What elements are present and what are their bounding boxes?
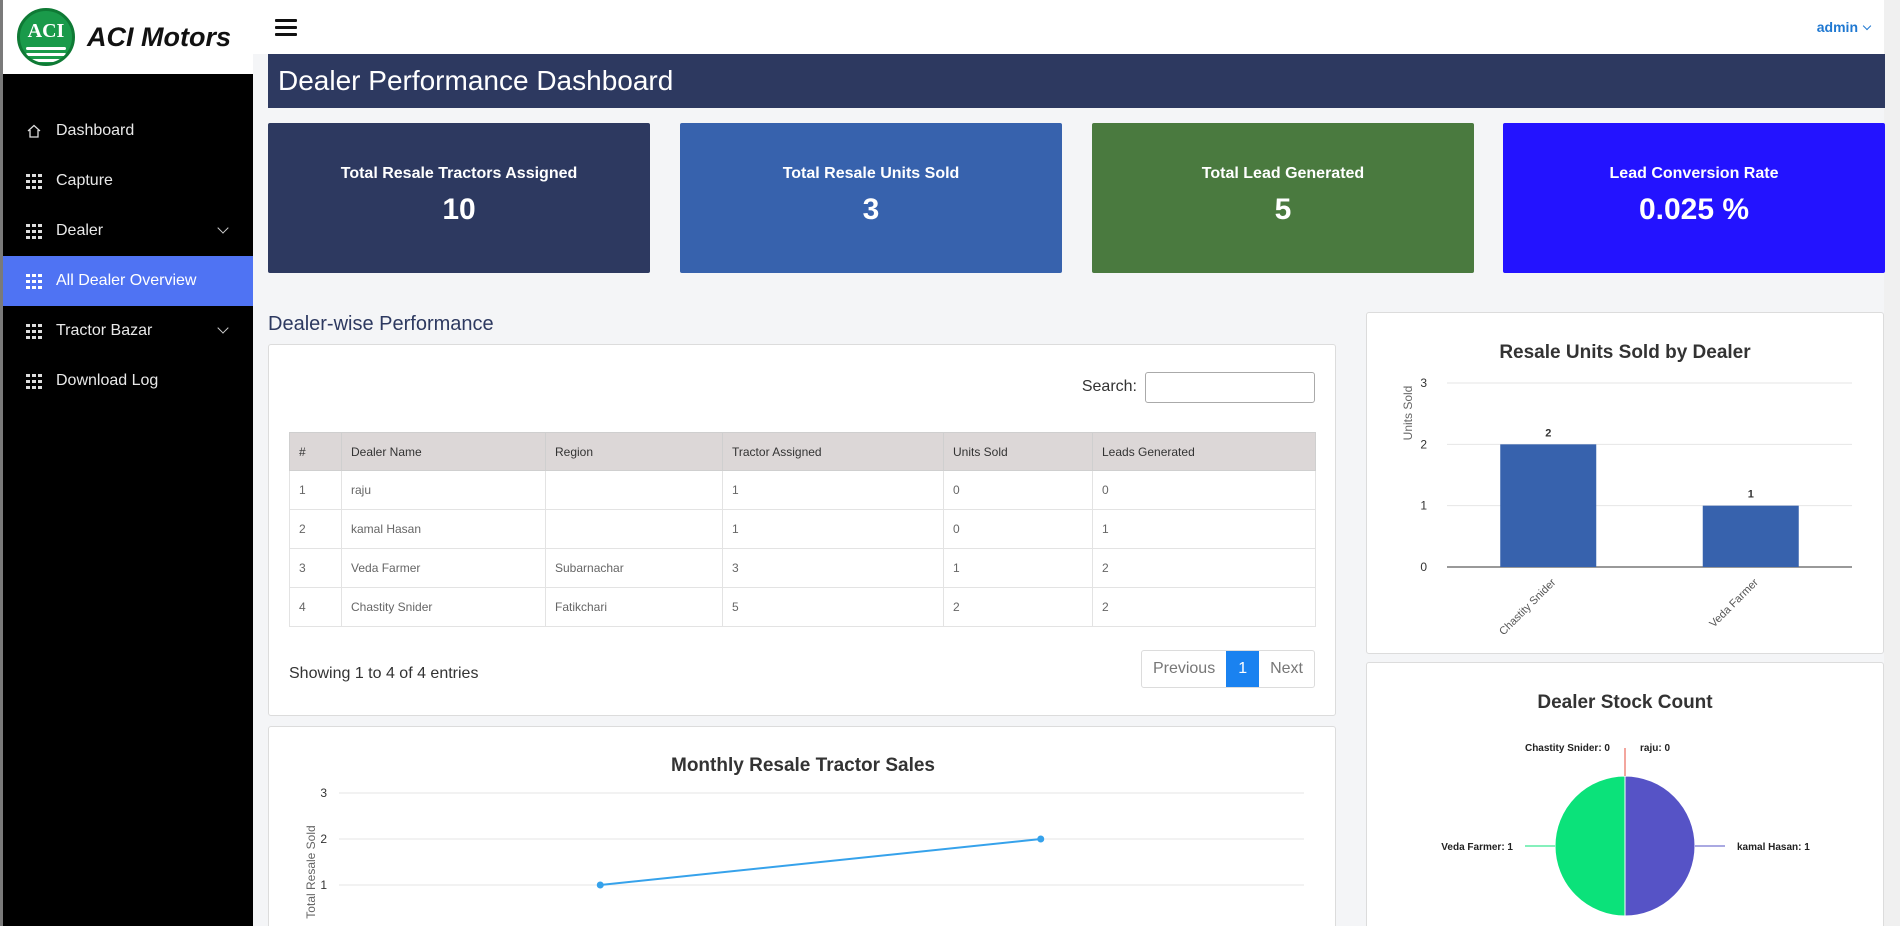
table-info: Showing 1 to 4 of 4 entries <box>289 665 479 682</box>
chevron-down-icon <box>217 222 229 234</box>
aci-logo: ACI <box>17 8 75 66</box>
y-axis-label: Units Sold <box>1401 386 1415 441</box>
sidebar-item-all-dealer-overview[interactable]: All Dealer Overview <box>3 256 253 306</box>
slice-label: Chastity Snider: 0 <box>1525 743 1610 754</box>
page-scrollbar[interactable] <box>1884 0 1900 926</box>
x-tick-label: Chastity Snider <box>1497 576 1558 637</box>
search-label: Search: <box>1081 378 1137 395</box>
pie-slice <box>1624 775 1696 917</box>
bar-chart: Resale Units Sold by Dealer Units Sold 0… <box>1401 342 1852 638</box>
stat-card-tractors-assigned: Total Resale Tractors Assigned 10 <box>268 123 650 273</box>
home-icon <box>25 123 43 139</box>
y-tick-label: 3 <box>1420 376 1427 390</box>
bar <box>1702 505 1799 567</box>
line-chart-panel: Monthly Resale Tractor Sales Total Resal… <box>268 726 1336 926</box>
sidebar-nav: Dashboard Capture Dealer All Dealer Over… <box>3 106 253 406</box>
grid-icon <box>25 173 43 189</box>
column-header[interactable]: Region <box>545 432 723 471</box>
table-row: 4 Chastity Snider Fatikchari 5 2 2 <box>289 587 1316 627</box>
column-header[interactable]: Units Sold <box>943 432 1093 471</box>
data-point <box>1037 835 1045 843</box>
top-bar: admin <box>253 0 1900 54</box>
sidebar-item-capture[interactable]: Capture <box>3 156 253 206</box>
dealer-table: # Dealer Name Region Tractor Assigned Un… <box>289 432 1316 627</box>
sidebar-item-dashboard[interactable]: Dashboard <box>3 106 253 156</box>
page-title: Dealer Performance Dashboard <box>268 54 1885 108</box>
stat-card-leads-generated: Total Lead Generated 5 <box>1092 123 1474 273</box>
data-label: 1 <box>1748 489 1754 501</box>
line-chart: Monthly Resale Tractor Sales Total Resal… <box>304 755 1304 919</box>
sidebar-item-dealer[interactable]: Dealer <box>3 206 253 256</box>
y-tick-label: 2 <box>320 832 327 846</box>
grid-icon <box>25 273 43 289</box>
slice-label: raju: 0 <box>1640 743 1670 754</box>
bar-chart-panel: Resale Units Sold by Dealer Units Sold 0… <box>1366 312 1884 654</box>
next-button[interactable]: Next <box>1259 651 1314 687</box>
sidebar: ACI ACI Motors Dashboard Capture Dealer <box>0 0 253 926</box>
sidebar-item-label: Download Log <box>56 372 159 389</box>
column-header[interactable]: Dealer Name <box>341 432 546 471</box>
series-line <box>600 838 1041 886</box>
table-row: 1 raju 1 0 0 <box>289 470 1316 510</box>
search-input[interactable] <box>1145 372 1315 403</box>
slice-label: kamal Hasan: 1 <box>1737 842 1810 853</box>
chart-title: Dealer Stock Count <box>1537 692 1713 713</box>
y-tick-label: 1 <box>1420 499 1427 513</box>
pie-chart-panel: Dealer Stock Count Chastity Snider: 0 raj… <box>1366 662 1884 926</box>
y-axis-label: Total Resale Sold <box>304 825 318 918</box>
brand[interactable]: ACI ACI Motors <box>3 0 253 74</box>
sidebar-item-label: Dashboard <box>56 122 135 139</box>
data-label: 2 <box>1545 427 1551 439</box>
data-point <box>596 881 604 889</box>
column-header[interactable]: Tractor Assigned <box>722 432 944 471</box>
chart-title: Resale Units Sold by Dealer <box>1499 342 1751 363</box>
table-header-row: # Dealer Name Region Tractor Assigned Un… <box>289 432 1316 471</box>
dealer-table-panel: Search: # Dealer Name Region Tractor Ass… <box>268 344 1336 716</box>
previous-button[interactable]: Previous <box>1142 651 1226 687</box>
bar <box>1500 444 1597 567</box>
grid-icon <box>25 373 43 389</box>
column-header[interactable]: Leads Generated <box>1092 432 1316 471</box>
slice-label: Veda Farmer: 1 <box>1441 842 1513 853</box>
hamburger-menu-icon[interactable] <box>275 19 297 37</box>
sidebar-item-label: All Dealer Overview <box>56 272 197 289</box>
y-tick-label: 3 <box>320 786 327 800</box>
chevron-down-icon <box>1862 21 1872 31</box>
stat-card-units-sold: Total Resale Units Sold 3 <box>680 123 1062 273</box>
pagination: Previous 1 Next <box>1140 650 1315 688</box>
sidebar-item-label: Dealer <box>56 222 104 239</box>
grid-icon <box>25 323 43 339</box>
sidebar-item-label: Capture <box>56 172 113 189</box>
chevron-down-icon <box>217 322 229 334</box>
y-tick-label: 0 <box>1420 560 1427 574</box>
table-row: 3 Veda Farmer Subarnachar 3 1 2 <box>289 548 1316 588</box>
x-tick-label: Veda Farmer <box>1707 576 1761 630</box>
sidebar-item-tractor-bazar[interactable]: Tractor Bazar <box>3 306 253 356</box>
brand-name: ACI Motors <box>87 21 231 52</box>
page-1-button[interactable]: 1 <box>1226 651 1260 687</box>
stat-card-conversion-rate: Lead Conversion Rate 0.025 % <box>1503 123 1885 273</box>
sidebar-item-label: Tractor Bazar <box>56 322 153 339</box>
sidebar-item-download-log[interactable]: Download Log <box>3 356 253 406</box>
pie-chart: Dealer Stock Count Chastity Snider: 0 raj… <box>1441 692 1810 917</box>
y-tick-label: 2 <box>1420 437 1427 451</box>
section-title: Dealer-wise Performance <box>268 313 494 335</box>
column-header[interactable]: # <box>289 432 342 471</box>
user-menu[interactable]: admin <box>1817 19 1872 35</box>
y-tick-label: 1 <box>320 878 327 892</box>
pie-slice <box>1554 775 1626 917</box>
table-row: 2 kamal Hasan 1 0 1 <box>289 509 1316 549</box>
chart-title: Monthly Resale Tractor Sales <box>671 755 935 776</box>
grid-icon <box>25 223 43 239</box>
